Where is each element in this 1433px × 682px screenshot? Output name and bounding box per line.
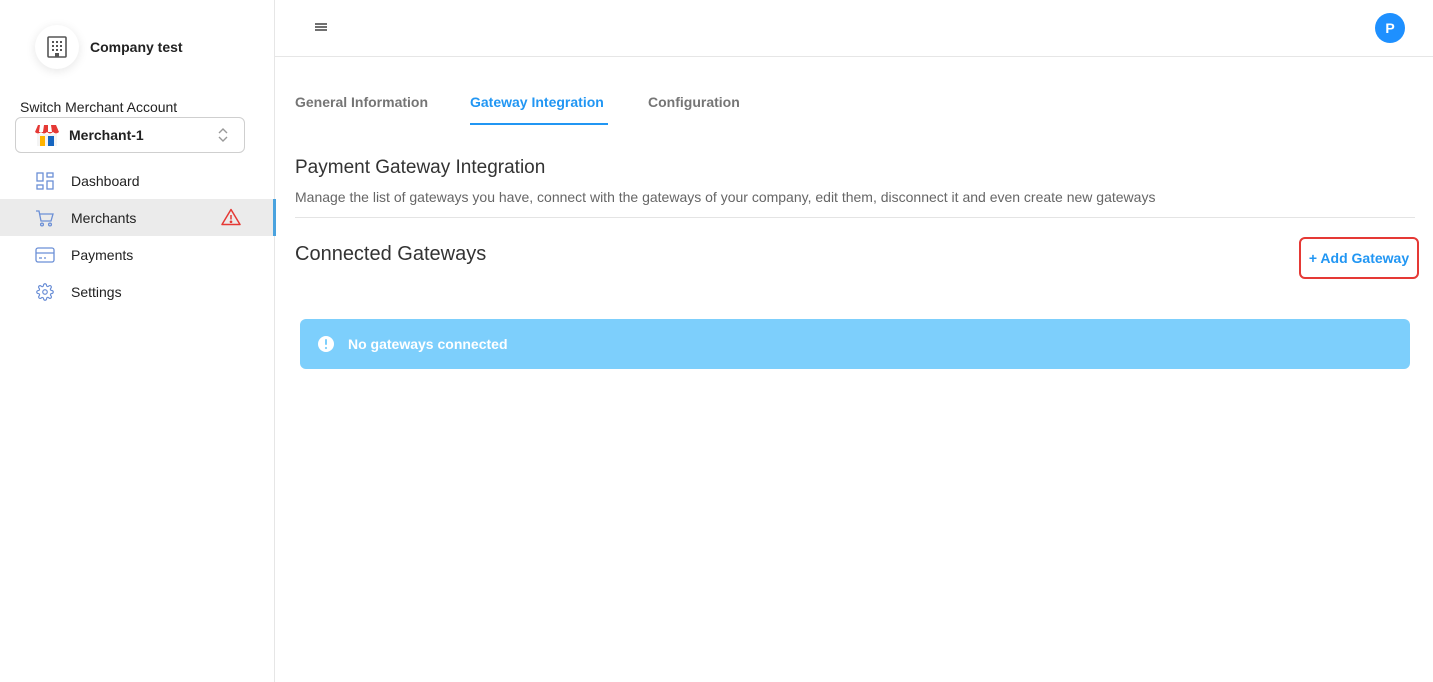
chevron-updown-icon (218, 128, 228, 142)
sidebar-item-label: Dashboard (71, 172, 140, 189)
sidebar: Company test Switch Merchant Account Mer… (0, 0, 276, 682)
alert-text: No gateways connected (348, 336, 508, 352)
page-title: Payment Gateway Integration (295, 157, 546, 178)
switch-merchant-label: Switch Merchant Account (20, 99, 178, 115)
warning-icon (221, 208, 241, 226)
menu-button[interactable] (314, 21, 328, 39)
company-header: Company test (35, 25, 183, 69)
topbar: P (275, 0, 1433, 57)
tab-general-information[interactable]: General Information (295, 88, 470, 125)
building-icon (47, 36, 67, 58)
hamburger-icon (315, 23, 327, 31)
page-description: Manage the list of gateways you have, co… (295, 189, 1156, 205)
merchant-name: Merchant-1 (69, 127, 144, 143)
tab-gateway-integration[interactable]: Gateway Integration (470, 88, 648, 125)
tab-configuration[interactable]: Configuration (648, 88, 768, 125)
merchant-select[interactable]: Merchant-1 (15, 117, 245, 153)
sidebar-item-payments[interactable]: Payments (0, 236, 275, 273)
connected-gateways-title: Connected Gateways (295, 243, 487, 265)
sidebar-item-settings[interactable]: Settings (0, 273, 275, 310)
sidebar-item-label: Payments (71, 246, 134, 263)
company-name: Company test (90, 39, 183, 55)
dashboard-icon (35, 171, 55, 191)
sidebar-item-dashboard[interactable]: Dashboard (0, 162, 275, 199)
gear-icon (35, 282, 55, 302)
divider (295, 217, 1415, 218)
add-gateway-button[interactable]: + Add Gateway (1299, 237, 1419, 279)
credit-card-icon (35, 245, 55, 265)
sidebar-nav: Dashboard Merchants Payments Settings (0, 162, 276, 310)
info-icon (318, 336, 334, 352)
sidebar-item-merchants[interactable]: Merchants (0, 199, 276, 236)
sidebar-item-label: Merchants (71, 209, 137, 226)
tab-bar: General Information Gateway Integration … (295, 88, 768, 125)
sidebar-item-label: Settings (71, 283, 122, 300)
company-logo (35, 25, 79, 69)
store-icon (35, 125, 59, 146)
empty-state-alert: No gateways connected (300, 319, 1410, 369)
avatar[interactable]: P (1375, 13, 1405, 43)
cart-icon (35, 208, 55, 228)
